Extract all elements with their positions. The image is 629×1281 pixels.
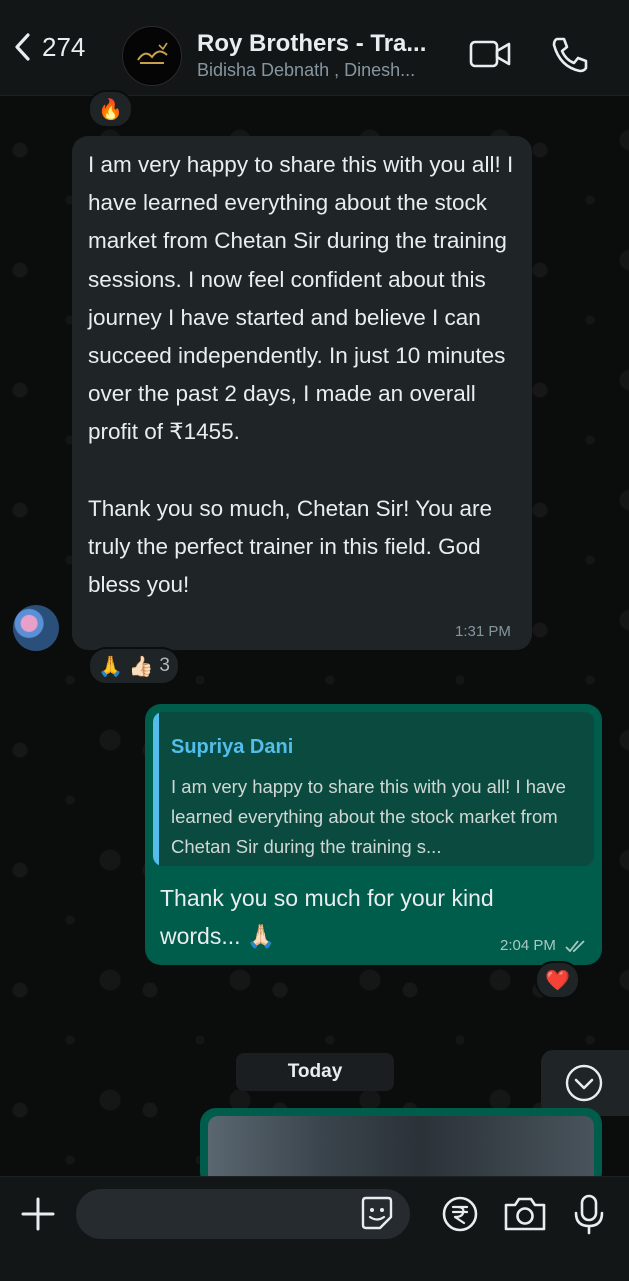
plus-icon[interactable] [15,1191,61,1237]
quoted-message[interactable]: Supriya Dani I am very happy to share th… [153,712,594,866]
quoted-author: Supriya Dani [171,736,294,758]
rupee-payment-icon[interactable] [437,1191,483,1237]
unread-count: 274 [42,31,86,62]
video-call-icon[interactable] [468,34,512,74]
chevron-down-icon [565,1064,603,1102]
camera-icon[interactable] [500,1191,550,1237]
chat-header: 274 Roy Brothers - Tra... Bidisha Debnat… [0,0,629,96]
incoming-message-reactions[interactable]: 🙏 👍🏻 3 [88,647,180,685]
group-logo-icon [124,28,180,84]
chat-participants[interactable]: Bidisha Debnath , Dinesh... [197,60,415,81]
date-separator: Today [236,1053,394,1091]
microphone-icon[interactable] [566,1191,612,1237]
double-check-icon [565,940,585,953]
outgoing-message-reaction[interactable]: ❤️ [535,961,580,999]
sender-avatar[interactable] [13,605,59,651]
quoted-text: I am very happy to share this with you a… [171,776,566,857]
group-avatar[interactable] [122,26,182,86]
chevron-left-icon [15,33,30,61]
outgoing-message-time: 2:04 PM [500,937,556,954]
phone-call-icon[interactable] [548,34,592,74]
previous-message-reaction[interactable]: 🔥 [88,90,133,128]
heart-reaction: ❤️ [545,969,570,992]
sticker-icon[interactable] [356,1193,398,1235]
incoming-message-time: 1:31 PM [455,623,511,640]
scroll-to-bottom-button[interactable] [541,1050,629,1116]
reaction-count: 3 [159,655,170,676]
fire-reaction: 🔥 [98,98,123,121]
message-input-bar [0,1176,629,1281]
quote-accent-bar [153,712,159,866]
incoming-message-text: I am very happy to share this with you a… [88,152,514,598]
outgoing-message-bubble[interactable]: Supriya Dani I am very happy to share th… [145,704,602,965]
pray-thumbs-reaction: 🙏 👍🏻 [98,655,154,678]
chat-title[interactable]: Roy Brothers - Tra... [197,30,426,58]
incoming-message-bubble[interactable]: I am very happy to share this with you a… [72,136,532,650]
back-button[interactable]: 274 [10,30,85,64]
